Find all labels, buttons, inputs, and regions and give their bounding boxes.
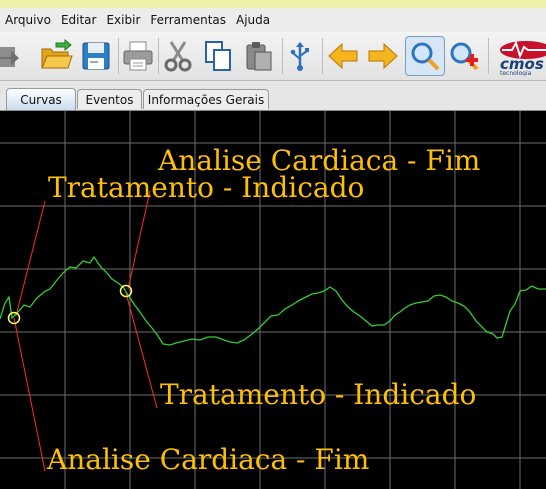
- menu-ajuda[interactable]: Ajuda: [231, 13, 275, 27]
- annotation-tratamento-indicado-bottom: Tratamento - Indicado: [160, 378, 477, 411]
- clipboard-icon: [246, 42, 272, 71]
- menu-bar: Arquivo Editar Exibir Ferramentas Ajuda: [0, 8, 546, 32]
- paste-button[interactable]: [238, 36, 278, 76]
- print-button[interactable]: [118, 36, 158, 76]
- new-document-icon: [0, 47, 19, 67]
- annotation-analise-fim-bottom: Analise Cardiaca - Fim: [47, 443, 370, 476]
- copy-button[interactable]: [198, 36, 238, 76]
- previous-button[interactable]: [323, 36, 363, 76]
- new-button[interactable]: [0, 36, 26, 76]
- curve-plot[interactable]: Analise Cardiaca - Fim Tratamento - Indi…: [0, 111, 546, 489]
- toolbar-separator: [488, 38, 489, 74]
- tab-curvas[interactable]: Curvas: [6, 88, 76, 110]
- annotation-tratamento-indicado-top: Tratamento - Indicado: [48, 171, 365, 204]
- floppy-disk-icon: [82, 42, 110, 70]
- usb-icon: [290, 42, 309, 71]
- arrow-left-icon: [328, 42, 358, 70]
- menu-editar[interactable]: Editar: [56, 13, 102, 27]
- leader-line: [125, 292, 158, 409]
- tab-strip: Curvas Eventos Informações Gerais: [0, 81, 546, 110]
- cut-button[interactable]: [158, 36, 198, 76]
- leader-lines: [13, 190, 158, 472]
- leader-line: [15, 200, 46, 317]
- next-button[interactable]: [363, 36, 403, 76]
- zoom-button[interactable]: [405, 36, 445, 76]
- printer-icon: [123, 41, 153, 71]
- copy-icon: [205, 41, 231, 71]
- tab-informacoes-gerais[interactable]: Informações Gerais: [143, 89, 269, 109]
- cmos-logo: cmos tecnologia: [494, 38, 546, 76]
- scissors-icon: [164, 41, 192, 72]
- logo-subtext: tecnologia: [500, 70, 532, 76]
- magnifier-plus-icon: [450, 42, 479, 71]
- arrow-right-icon: [368, 42, 398, 70]
- title-bar-stripe: [0, 0, 546, 8]
- save-button[interactable]: [76, 36, 116, 76]
- tab-eventos[interactable]: Eventos: [77, 89, 142, 109]
- menu-arquivo[interactable]: Arquivo: [0, 13, 56, 27]
- open-folder-icon: [41, 39, 73, 69]
- usb-button[interactable]: [280, 36, 320, 76]
- menu-ferramentas[interactable]: Ferramentas: [145, 13, 231, 27]
- zoom-in-button[interactable]: [444, 36, 484, 76]
- menu-exibir[interactable]: Exibir: [101, 13, 145, 27]
- magnifier-icon: [411, 42, 440, 71]
- toolbar: cmos tecnologia: [0, 32, 546, 81]
- open-button[interactable]: [36, 36, 76, 76]
